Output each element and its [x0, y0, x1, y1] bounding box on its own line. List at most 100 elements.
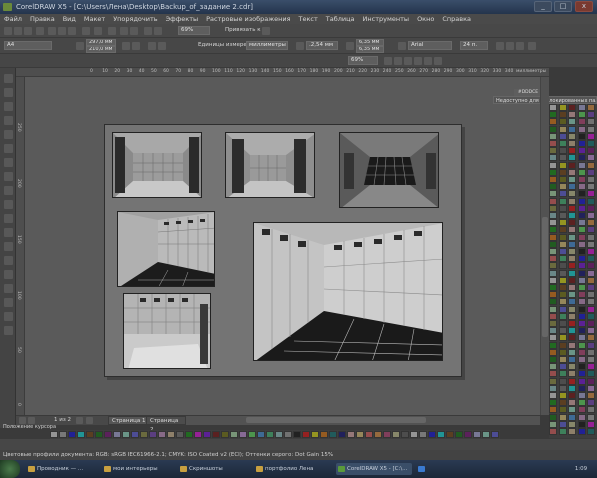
palette-swatch[interactable] [577, 240, 586, 248]
palette-swatch[interactable] [549, 183, 557, 191]
search-icon[interactable] [108, 27, 116, 35]
palette-swatch[interactable] [248, 431, 256, 438]
palette-swatch[interactable] [230, 431, 238, 438]
interior-render-1[interactable] [112, 132, 202, 198]
palette-swatch[interactable] [577, 413, 586, 421]
palette-swatch[interactable] [302, 431, 310, 438]
polygon-tool-icon[interactable] [4, 186, 13, 195]
palette-swatch[interactable] [549, 312, 557, 320]
interior-render-5[interactable] [253, 222, 443, 361]
palette-swatch[interactable] [558, 125, 567, 133]
palette-swatch[interactable] [176, 431, 184, 438]
palette-swatch[interactable] [568, 111, 576, 119]
palette-swatch[interactable] [549, 341, 557, 349]
palette-swatch[interactable] [549, 240, 557, 248]
palette-swatch[interactable] [558, 147, 567, 155]
palette-swatch[interactable] [558, 428, 567, 435]
palette-swatch[interactable] [587, 111, 595, 119]
palette-swatch[interactable] [587, 341, 595, 349]
palette-swatch[interactable] [558, 298, 567, 306]
palette-swatch[interactable] [558, 118, 567, 126]
palette-swatch[interactable] [568, 212, 576, 219]
taskbar-item-screenshots[interactable]: Скриншоты [178, 463, 250, 475]
palette-swatch[interactable] [549, 399, 557, 407]
palette-swatch[interactable] [577, 161, 586, 169]
palette-swatch[interactable] [558, 154, 567, 162]
palette-swatch[interactable] [558, 168, 567, 176]
zoom-level-select[interactable]: 69% [178, 26, 210, 35]
palette-swatch[interactable] [549, 161, 557, 169]
zoom-secondary-select[interactable]: 69% [348, 56, 378, 65]
palette-swatch[interactable] [428, 431, 436, 438]
palette-swatch[interactable] [549, 190, 557, 198]
zoom-page-icon[interactable] [404, 57, 412, 65]
palette-swatch[interactable] [568, 125, 576, 133]
palette-swatch[interactable] [587, 428, 595, 435]
palette-swatch[interactable] [587, 226, 595, 234]
palette-swatch[interactable] [320, 431, 328, 438]
palette-swatch[interactable] [549, 176, 557, 183]
palette-swatch[interactable] [549, 269, 557, 277]
pick-tool-icon[interactable] [4, 74, 13, 83]
palette-swatch[interactable] [577, 348, 586, 356]
palette-swatch[interactable] [558, 248, 567, 255]
palette-swatch[interactable] [558, 269, 567, 277]
import-icon[interactable] [120, 27, 128, 35]
menu-file[interactable]: Файл [0, 14, 26, 24]
palette-swatch[interactable] [549, 255, 557, 263]
taskbar-item-explorer[interactable]: Проводник — ... [26, 463, 98, 475]
vertical-scrollbar[interactable] [540, 77, 549, 415]
portrait-icon[interactable] [122, 42, 130, 50]
taskbar-item-browser[interactable] [416, 463, 446, 475]
palette-swatch[interactable] [558, 276, 567, 284]
palette-swatch[interactable] [568, 406, 576, 414]
palette-swatch[interactable] [568, 147, 576, 155]
palette-swatch[interactable] [558, 348, 567, 356]
units-select[interactable]: миллиметры [246, 41, 288, 50]
palette-swatch[interactable] [558, 161, 567, 169]
palette-swatch[interactable] [482, 431, 490, 438]
palette-swatch[interactable] [577, 104, 586, 111]
palette-swatch[interactable] [329, 431, 337, 438]
copy-icon[interactable] [58, 27, 66, 35]
palette-swatch[interactable] [568, 226, 576, 234]
bold-icon[interactable] [496, 42, 504, 50]
palette-swatch[interactable] [558, 212, 567, 219]
palette-swatch[interactable] [568, 118, 576, 126]
palette-swatch[interactable] [568, 204, 576, 212]
shape-tool-icon[interactable] [4, 88, 13, 97]
palette-swatch[interactable] [587, 392, 595, 399]
palette-swatch[interactable] [587, 305, 595, 313]
table-tool-icon[interactable] [4, 228, 13, 237]
palette-swatch[interactable] [293, 431, 301, 438]
palette-swatch[interactable] [549, 320, 557, 327]
palette-swatch[interactable] [587, 219, 595, 227]
options-icon[interactable] [262, 27, 270, 35]
palette-swatch[interactable] [549, 298, 557, 306]
palette-swatch[interactable] [577, 305, 586, 313]
palette-swatch[interactable] [86, 431, 94, 438]
snap-to-label[interactable]: Привязать к [225, 26, 261, 35]
palette-swatch[interactable] [558, 284, 567, 291]
palette-swatch[interactable] [587, 420, 595, 428]
palette-swatch[interactable] [587, 356, 595, 363]
palette-swatch[interactable] [577, 168, 586, 176]
palette-swatch[interactable] [158, 431, 166, 438]
palette-swatch[interactable] [568, 269, 576, 277]
palette-swatch[interactable] [587, 176, 595, 183]
maximize-button[interactable]: □ [554, 1, 572, 12]
palette-swatch[interactable] [149, 431, 157, 438]
palette-swatch[interactable] [558, 406, 567, 414]
palette-swatch[interactable] [558, 370, 567, 378]
interior-render-3[interactable] [339, 132, 439, 208]
palette-swatch[interactable] [577, 262, 586, 270]
palette-swatch[interactable] [167, 431, 175, 438]
palette-swatch[interactable] [568, 168, 576, 176]
palette-swatch[interactable] [587, 204, 595, 212]
fill-tool-icon[interactable] [4, 312, 13, 321]
palette-swatch[interactable] [577, 356, 586, 363]
palette-swatch[interactable] [558, 190, 567, 198]
palette-swatch[interactable] [568, 219, 576, 227]
paste-icon[interactable] [68, 27, 76, 35]
zoom-width-icon[interactable] [414, 57, 422, 65]
